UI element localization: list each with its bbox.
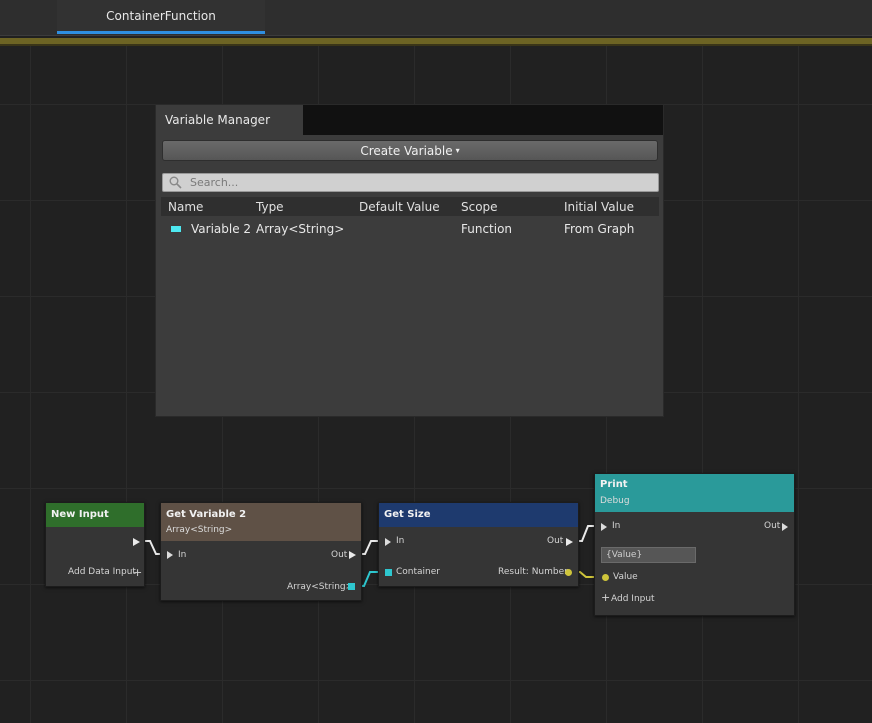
- node-subtitle: Array<String>: [166, 525, 233, 535]
- variable-table-header: Name Type Default Value Scope Initial Va…: [161, 197, 659, 216]
- variable-type-color-icon: [171, 226, 181, 232]
- exec-out-label: Out: [547, 536, 564, 546]
- graph-toolbar-edge: [0, 44, 872, 46]
- container-label: Container: [396, 567, 440, 577]
- exec-in-icon[interactable]: [167, 551, 173, 559]
- column-type[interactable]: Type: [256, 200, 284, 214]
- number-out-pin-icon[interactable]: [565, 569, 572, 576]
- node-get-size[interactable]: Get Size In Out Container Result: Number: [378, 502, 579, 587]
- value-label: Value: [613, 572, 638, 582]
- plus-icon[interactable]: +: [133, 566, 142, 579]
- tab-containerfunction[interactable]: ContainerFunction: [57, 0, 265, 34]
- variable-row[interactable]: Variable 2 Array<String> Function From G…: [161, 219, 659, 239]
- exec-in-label: In: [396, 536, 405, 546]
- exec-out-hollow-icon[interactable]: [782, 523, 788, 531]
- search-input[interactable]: [190, 176, 630, 189]
- result-label: Result: Number: [498, 567, 568, 577]
- column-default-value[interactable]: Default Value: [359, 200, 440, 214]
- column-initial-value[interactable]: Initial Value: [564, 200, 634, 214]
- column-scope[interactable]: Scope: [461, 200, 498, 214]
- exec-in-icon[interactable]: [601, 523, 607, 531]
- column-name[interactable]: Name: [168, 200, 203, 214]
- variable-manager-panel: Variable Manager Create Variable ▾ Name …: [155, 104, 664, 417]
- exec-in-label: In: [178, 550, 187, 560]
- node-title: Get Size: [384, 509, 431, 520]
- variable-initial-value: From Graph: [564, 222, 635, 236]
- node-title: Print: [600, 479, 628, 490]
- value-format-input[interactable]: {Value}: [601, 547, 696, 563]
- container-in-pin-icon[interactable]: [385, 569, 392, 576]
- add-data-input-link[interactable]: Add Data Input: [68, 567, 136, 577]
- variable-search-field[interactable]: [162, 173, 659, 192]
- exec-out-label: Out: [764, 521, 781, 531]
- tab-bar: ContainerFunction: [0, 0, 872, 36]
- search-icon: [169, 176, 182, 189]
- variable-type: Array<String>: [256, 222, 345, 236]
- exec-out-label: Out: [331, 550, 348, 560]
- exec-in-icon[interactable]: [385, 538, 391, 546]
- exec-out-icon[interactable]: [566, 538, 573, 546]
- exec-out-icon[interactable]: [349, 551, 356, 559]
- node-subtitle: Debug: [600, 496, 630, 506]
- exec-out-icon[interactable]: [133, 538, 140, 546]
- data-out-label: Array<String>: [287, 582, 354, 592]
- node-title: New Input: [51, 509, 109, 520]
- node-header: Get Size: [379, 503, 578, 527]
- variable-manager-title[interactable]: Variable Manager: [156, 105, 303, 135]
- node-new-input[interactable]: New Input Add Data Input +: [45, 502, 145, 587]
- add-input-link[interactable]: Add Input: [611, 594, 655, 604]
- node-print[interactable]: Print Debug In Out {Value} Value + Add I…: [594, 473, 795, 616]
- exec-in-label: In: [612, 521, 621, 531]
- plus-icon[interactable]: +: [601, 591, 610, 604]
- variable-name: Variable 2: [191, 222, 252, 236]
- node-header: Print Debug: [595, 474, 794, 512]
- create-variable-label: Create Variable: [360, 143, 453, 158]
- dropdown-caret-icon: ▾: [455, 146, 460, 155]
- node-header: Get Variable 2 Array<String>: [161, 503, 361, 541]
- node-get-variable[interactable]: Get Variable 2 Array<String> In Out Arra…: [160, 502, 362, 601]
- create-variable-button[interactable]: Create Variable ▾: [162, 140, 658, 161]
- value-in-pin-icon[interactable]: [602, 574, 609, 581]
- variable-scope: Function: [461, 222, 513, 236]
- node-title: Get Variable 2: [166, 509, 247, 520]
- array-out-pin-icon[interactable]: [348, 583, 355, 590]
- node-header: New Input: [46, 503, 144, 527]
